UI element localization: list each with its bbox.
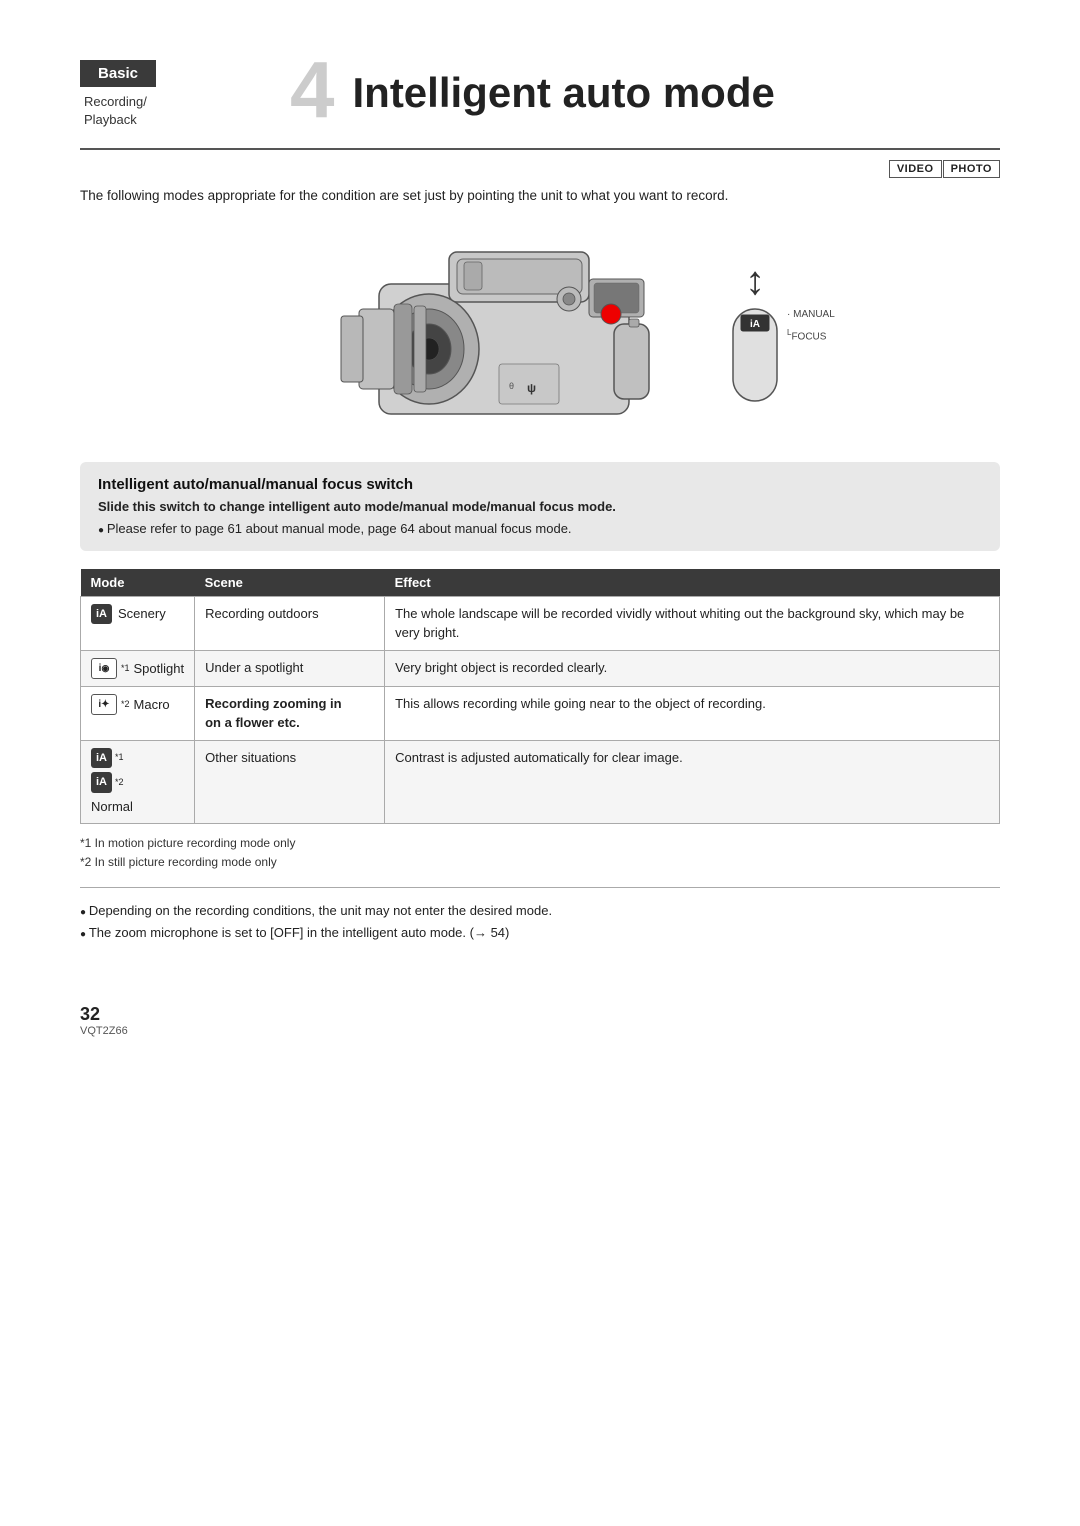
effect-cell-normal: Contrast is adjusted automatically for c… [385, 740, 1000, 824]
table-row: i◉ *1 Spotlight Under a spotlight Very br… [81, 650, 1000, 686]
bottom-note-1: Depending on the recording conditions, t… [80, 900, 1000, 922]
svg-text:θ: θ [509, 381, 514, 391]
info-box-title: Intelligent auto/manual/manual focus swi… [98, 476, 982, 493]
footnote-2: *2 In still picture recording mode only [80, 853, 1000, 872]
info-box-subtitle: Slide this switch to change intelligent … [98, 499, 982, 514]
mode-cell-normal: iA*1 iA*2 Normal [81, 740, 195, 824]
mode-table: Mode Scene Effect iA Scenery Recording o… [80, 569, 1000, 825]
bottom-note-2: The zoom microphone is set to [OFF] in t… [80, 922, 1000, 944]
table-header-mode: Mode [81, 569, 195, 597]
table-header-scene: Scene [195, 569, 385, 597]
table-header-effect: Effect [385, 569, 1000, 597]
mode-cell-macro: i✦ *2 Macro [81, 686, 195, 740]
photo-badge: PHOTO [943, 160, 1000, 178]
video-badge: VIDEO [889, 160, 942, 178]
bottom-notes: Depending on the recording conditions, t… [80, 900, 1000, 944]
divider [80, 887, 1000, 888]
intro-text: The following modes appropriate for the … [80, 186, 1000, 206]
model-code: VQT2Z66 [80, 1025, 128, 1037]
footnote-1: *1 In motion picture recording mode only [80, 834, 1000, 853]
video-photo-row: VIDEO PHOTO [80, 160, 1000, 178]
recording-playback-label: Recording/Playback [80, 93, 290, 129]
ia-switch-label: · MANUAL [787, 305, 835, 325]
svg-text:ψ: ψ [527, 381, 536, 395]
switch-arrow: ↕ [745, 261, 765, 301]
scene-cell-normal: Other situations [195, 740, 385, 824]
scene-cell-macro: Recording zooming inon a flower etc. [195, 686, 385, 740]
table-row: i✦ *2 Macro Recording zooming inon a flow… [81, 686, 1000, 740]
mode-label-macro: Macro [134, 695, 170, 715]
normal-sup2: *2 [115, 776, 124, 790]
mode-label-normal: Normal [91, 797, 133, 817]
table-row: iA Scenery Recording outdoors The whole … [81, 596, 1000, 650]
basic-block: Basic Recording/Playback [80, 60, 290, 129]
switch-oval-container: iA · MANUAL LFOCUS [729, 305, 781, 408]
mode-label-spotlight: Spotlight [134, 659, 185, 679]
mode-cell-scenery: iA Scenery [81, 596, 195, 650]
page-number: 32 [80, 1004, 100, 1025]
effect-cell-spotlight: Very bright object is recorded clearly. [385, 650, 1000, 686]
switch-section: ↕ iA · MANUAL LFOCUS [729, 261, 781, 408]
spotlight-superscript: *1 [121, 662, 130, 676]
focus-switch-label: LFOCUS [787, 325, 835, 347]
mode-cell-spotlight: i◉ *1 Spotlight [81, 650, 195, 686]
page-title: Intelligent auto mode [353, 60, 775, 116]
diagram-area: θ ψ ↕ iA [80, 224, 1000, 444]
ia-scenery-icon: iA [91, 604, 112, 625]
mode-label-scenery: Scenery [118, 604, 166, 624]
scene-cell-spotlight: Under a spotlight [195, 650, 385, 686]
normal-ia-icon-1: iA [91, 748, 112, 769]
header-section: Basic Recording/Playback 4 Intelligent a… [80, 60, 1000, 130]
basic-label: Basic [80, 60, 156, 87]
table-row: iA*1 iA*2 Normal Other situations Contra… [81, 740, 1000, 824]
camera-svg: θ ψ [299, 224, 719, 444]
normal-ia-icon-2: iA [91, 772, 112, 793]
chapter-number: 4 [290, 50, 335, 130]
page-footer: 32 VQT2Z66 [80, 1004, 1000, 1037]
footnotes: *1 In motion picture recording mode only… [80, 834, 1000, 872]
info-box: Intelligent auto/manual/manual focus swi… [80, 462, 1000, 551]
effect-cell-macro: This allows recording while going near t… [385, 686, 1000, 740]
svg-text:iA: iA [750, 319, 760, 330]
macro-icon: i✦ [91, 694, 117, 715]
effect-cell-scenery: The whole landscape will be recorded viv… [385, 596, 1000, 650]
scene-cell-scenery: Recording outdoors [195, 596, 385, 650]
normal-sup1: *1 [115, 751, 124, 765]
macro-superscript: *2 [121, 698, 130, 712]
title-underline [80, 148, 1000, 150]
info-box-note: Please refer to page 61 about manual mod… [98, 519, 982, 539]
spotlight-icon: i◉ [91, 658, 117, 679]
camera-illustration: θ ψ ↕ iA [299, 224, 781, 444]
switch-labels: · MANUAL LFOCUS [787, 305, 835, 347]
switch-oval-svg: iA [729, 305, 781, 405]
